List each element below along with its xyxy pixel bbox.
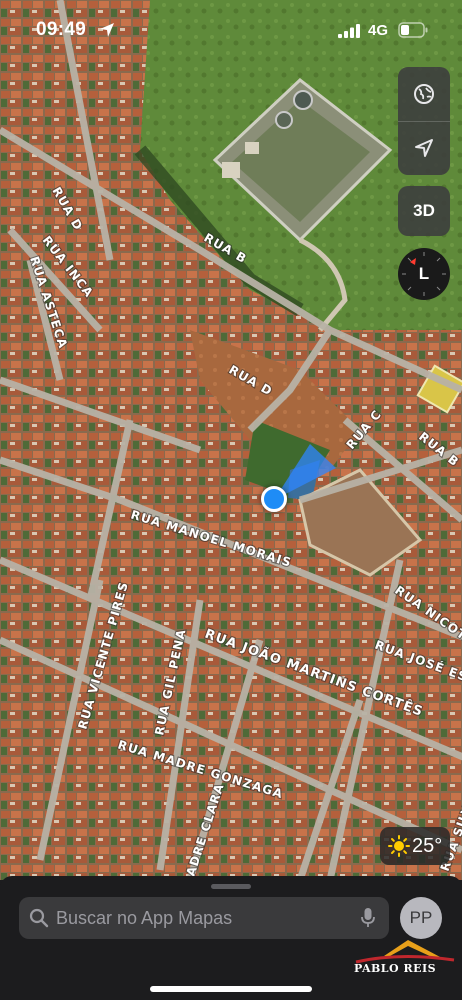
compass-letter: L	[418, 264, 430, 283]
home-indicator[interactable]	[150, 986, 312, 992]
search-bar[interactable]: Buscar no App Mapas	[19, 897, 389, 939]
weather-temperature: 25°	[412, 834, 443, 857]
cellular-signal-icon	[338, 24, 360, 38]
sun-icon	[388, 835, 410, 857]
view-3d-button[interactable]: 3D	[398, 186, 450, 236]
globe-icon	[414, 84, 434, 104]
magnifier-icon	[29, 908, 49, 928]
watermark-text: PABLO REIS	[354, 962, 437, 975]
sheet-grabber[interactable]	[211, 884, 251, 889]
map-controls	[398, 67, 450, 175]
status-time: 09:49	[36, 19, 87, 40]
compass-icon[interactable]: L	[398, 248, 450, 300]
watermark-logo: PABLO REIS	[350, 938, 460, 988]
search-placeholder: Buscar no App Mapas	[56, 908, 233, 928]
map-mode-button[interactable]	[398, 67, 450, 121]
user-location-dot[interactable]	[261, 486, 287, 512]
tracking-button[interactable]	[398, 121, 450, 175]
network-type: 4G	[368, 22, 389, 39]
avatar[interactable]: PP	[400, 897, 442, 939]
battery-icon	[398, 22, 428, 38]
status-bar: 09:49 4G	[0, 0, 462, 62]
satellite-map[interactable]: RUA D RUA INCA RUA ASTECA RUA B RUA D RU…	[0, 0, 462, 880]
microphone-icon[interactable]	[360, 907, 376, 929]
weather-badge[interactable]: 25°	[380, 827, 450, 865]
map-canvas[interactable]: RUA D RUA INCA RUA ASTECA RUA B RUA D RU…	[0, 0, 462, 880]
location-arrow-icon	[100, 23, 114, 37]
location-arrow-icon	[415, 139, 433, 157]
